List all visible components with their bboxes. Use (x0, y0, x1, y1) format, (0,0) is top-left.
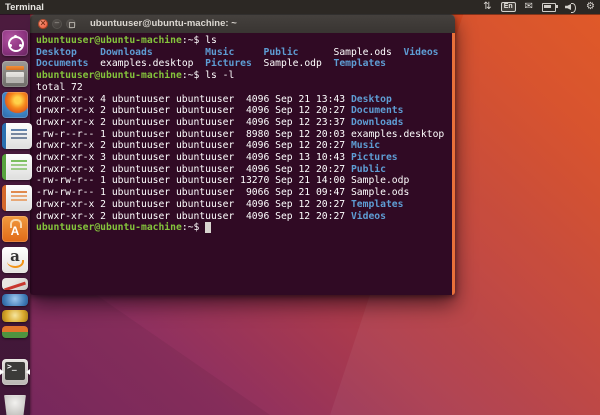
terminal-line: -rw-r--r-- 1 ubuntuuser ubuntuuser 8980 … (36, 129, 451, 141)
terminal-cursor (205, 222, 211, 233)
keyboard-layout-icon[interactable]: En (501, 2, 516, 12)
maximize-button[interactable] (66, 19, 76, 29)
terminal-line: drwxr-xr-x 2 ubuntuuser ubuntuuser 4096 … (36, 199, 451, 211)
unity-launcher: Aa >_ (0, 14, 30, 415)
terminal-line: drwxr-xr-x 4 ubuntuuser ubuntuuser 4096 … (36, 94, 451, 106)
launcher-item-terminal[interactable]: >_ (2, 359, 28, 385)
terminal-line: -rw-rw-r-- 1 ubuntuuser ubuntuuser 13270… (36, 175, 451, 187)
mail-icon[interactable]: ✉ (525, 0, 533, 14)
terminal-icon-glyph: >_ (7, 362, 17, 371)
launcher-item-firefox[interactable] (2, 92, 28, 118)
ubuntu-desktop: Terminal ⇅ En ✉ ⚙ Aa >_ ubuntuuser@ubuntu-ma… (0, 0, 600, 415)
launcher-item-stack4[interactable] (2, 326, 28, 338)
terminal-line: total 72 (36, 82, 451, 94)
terminal-line: Desktop Downloads Music Public Sample.od… (36, 47, 451, 59)
system-tray: ⇅ En ✉ ⚙ (483, 0, 600, 14)
launcher-item-stack2[interactable] (2, 294, 28, 306)
launcher-item-software[interactable]: A (2, 216, 28, 242)
terminal-line: ubuntuuser@ubuntu-machine:~$ ls (36, 35, 451, 47)
focused-indicator-arrow (26, 369, 30, 375)
terminal-line: -rw-rw-r-- 1 ubuntuuser ubuntuuser 9066 … (36, 187, 451, 199)
software-icon-glyph: A (2, 224, 28, 238)
running-indicator-arrow (0, 369, 4, 375)
top-panel: Terminal ⇅ En ✉ ⚙ (0, 0, 600, 14)
active-app-title: Terminal (0, 2, 44, 13)
launcher-item-stack3[interactable] (2, 310, 28, 322)
terminal-titlebar[interactable]: ubuntuuser@ubuntu-machine: ~ (30, 14, 455, 33)
battery-icon[interactable] (542, 3, 556, 12)
terminal-line: drwxr-xr-x 3 ubuntuuser ubuntuuser 4096 … (36, 152, 451, 164)
terminal-line: Documents examples.desktop Pictures Samp… (36, 58, 451, 70)
terminal-line: ubuntuuser@ubuntu-machine:~$ (36, 222, 451, 234)
network-updown-icon[interactable]: ⇅ (483, 0, 491, 14)
volume-icon[interactable] (565, 2, 577, 12)
terminal-line: drwxr-xr-x 2 ubuntuuser ubuntuuser 4096 … (36, 164, 451, 176)
launcher-item-impress[interactable] (2, 185, 32, 211)
launcher-item-stack1[interactable] (2, 278, 28, 290)
terminal-scrollbar[interactable] (452, 33, 455, 295)
terminal-window: ubuntuuser@ubuntu-machine: ~ ubuntuuser@… (30, 14, 455, 295)
terminal-line: drwxr-xr-x 2 ubuntuuser ubuntuuser 4096 … (36, 105, 451, 117)
terminal-line: drwxr-xr-x 2 ubuntuuser ubuntuuser 4096 … (36, 140, 451, 152)
launcher-item-files[interactable] (2, 61, 28, 87)
terminal-line: ubuntuuser@ubuntu-machine:~$ ls -l (36, 70, 451, 82)
terminal-output: ubuntuuser@ubuntu-machine:~$ lsDesktop D… (36, 35, 451, 234)
launcher-item-trash[interactable] (2, 395, 28, 415)
terminal-line: drwxr-xr-x 2 ubuntuuser ubuntuuser 4096 … (36, 211, 451, 223)
window-title: ubuntuuser@ubuntu-machine: ~ (90, 18, 237, 29)
launcher-item-calc[interactable] (2, 154, 32, 180)
terminal-line: drwxr-xr-x 2 ubuntuuser ubuntuuser 4096 … (36, 117, 451, 129)
launcher-item-writer[interactable] (2, 123, 32, 149)
close-button[interactable] (38, 19, 48, 29)
launcher-item-dash[interactable] (2, 30, 28, 56)
terminal-content-area[interactable]: ubuntuuser@ubuntu-machine:~$ lsDesktop D… (30, 33, 455, 295)
minimize-button[interactable] (52, 19, 62, 29)
amazon-icon-glyph: a (2, 248, 28, 265)
launcher-item-amazon[interactable]: a (2, 247, 28, 273)
session-gear-icon[interactable]: ⚙ (586, 0, 595, 14)
